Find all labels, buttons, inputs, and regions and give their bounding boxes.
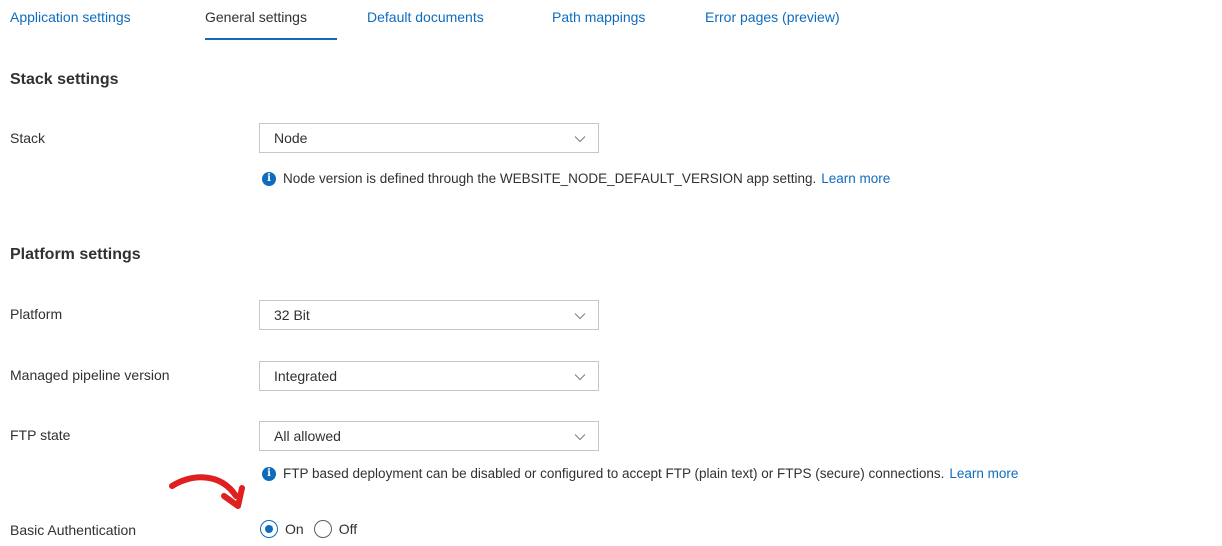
- info-icon: i: [262, 466, 276, 481]
- pipeline-dropdown[interactable]: Integrated: [259, 361, 599, 391]
- basic-auth-off-radio[interactable]: [313, 520, 332, 538]
- basic-auth-on-radio[interactable]: [260, 520, 278, 538]
- pipeline-value: Integrated: [274, 368, 338, 384]
- tab-default-documents[interactable]: Default documents: [367, 9, 484, 25]
- platform-dropdown[interactable]: 32 Bit: [259, 300, 599, 330]
- ftp-state-label: FTP state: [10, 427, 71, 443]
- stack-dropdown[interactable]: Node: [259, 123, 599, 153]
- stack-value: Node: [274, 130, 308, 146]
- ftp-state-value: All allowed: [274, 428, 341, 444]
- ftp-info-message: i FTP based deployment can be disabled o…: [262, 466, 1018, 481]
- stack-info-message: i Node version is defined through the WE…: [262, 171, 890, 186]
- info-icon: i: [262, 171, 276, 186]
- tab-general-settings[interactable]: General settings: [205, 9, 307, 25]
- platform-value: 32 Bit: [274, 307, 310, 323]
- chevron-down-icon: [574, 136, 586, 143]
- basic-auth-radio-group: On Off: [260, 520, 367, 538]
- active-tab-indicator: [205, 38, 337, 40]
- platform-settings-heading: Platform settings: [10, 246, 141, 263]
- tab-error-pages[interactable]: Error pages (preview): [705, 9, 840, 25]
- tab-application-settings[interactable]: Application settings: [10, 9, 131, 25]
- basic-auth-on-label[interactable]: On: [285, 521, 304, 537]
- ftp-state-dropdown[interactable]: All allowed: [259, 421, 599, 451]
- stack-learn-more-link[interactable]: Learn more: [821, 171, 890, 186]
- platform-label: Platform: [10, 306, 63, 322]
- settings-tabs: Application settings General settings De…: [10, 0, 1210, 44]
- pipeline-label: Managed pipeline version: [10, 367, 170, 383]
- chevron-down-icon: [574, 374, 586, 381]
- stack-info-text: Node version is defined through the WEBS…: [283, 171, 817, 186]
- tab-path-mappings[interactable]: Path mappings: [552, 9, 645, 25]
- chevron-down-icon: [574, 434, 586, 441]
- ftp-learn-more-link[interactable]: Learn more: [949, 466, 1018, 481]
- stack-settings-heading: Stack settings: [10, 71, 119, 88]
- stack-label: Stack: [10, 130, 46, 146]
- basic-auth-label: Basic Authentication: [10, 522, 137, 538]
- ftp-info-text: FTP based deployment can be disabled or …: [283, 466, 945, 481]
- chevron-down-icon: [574, 313, 586, 320]
- annotation-arrow-icon: [169, 474, 245, 509]
- basic-auth-off-label[interactable]: Off: [339, 521, 357, 537]
